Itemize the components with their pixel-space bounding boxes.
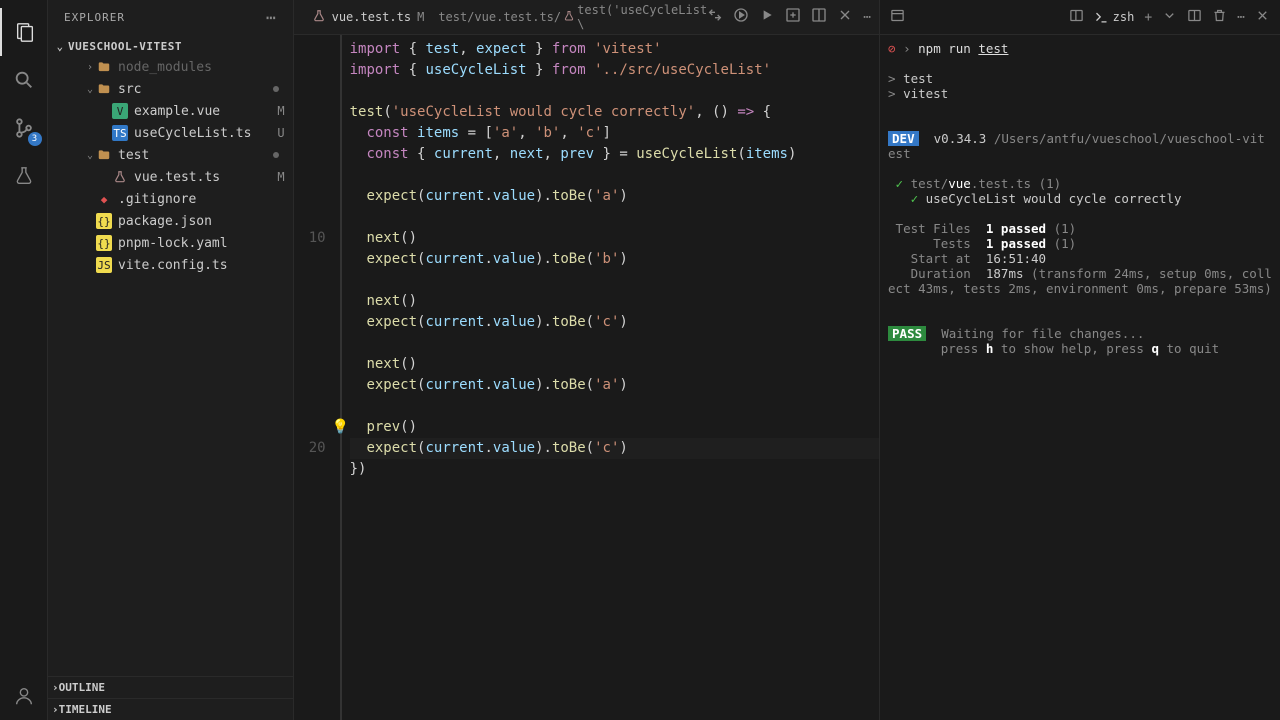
tree-item-pnpm-lock-yaml[interactable]: {} pnpm-lock.yaml bbox=[48, 232, 293, 254]
explorer-header: EXPLORER ⋯ bbox=[48, 0, 293, 35]
git-status: M bbox=[277, 104, 284, 118]
terminal-content[interactable]: ⊘ › npm run test > test > vitest DEV v0.… bbox=[880, 35, 1280, 720]
dev-badge: DEV bbox=[888, 131, 919, 146]
run-previous-icon[interactable] bbox=[733, 7, 749, 27]
vue-icon: V bbox=[112, 103, 128, 119]
tree-item-test[interactable]: ⌄ test bbox=[48, 144, 293, 166]
modified-dot-icon bbox=[273, 152, 279, 158]
activity-source-control-icon[interactable]: 3 bbox=[0, 104, 48, 152]
new-terminal-icon[interactable]: + bbox=[1144, 10, 1152, 25]
close-panel-icon[interactable] bbox=[1255, 8, 1270, 27]
tree-item-vue-test-ts[interactable]: vue.test.ts M bbox=[48, 166, 293, 188]
tree-item--gitignore[interactable]: ◆ .gitignore bbox=[48, 188, 293, 210]
tree-item-example-vue[interactable]: Vexample.vue M bbox=[48, 100, 293, 122]
file-label: test bbox=[118, 148, 273, 163]
chevron-down-icon[interactable] bbox=[1162, 8, 1177, 27]
chevron-icon: ⌄ bbox=[84, 150, 96, 161]
terminal-header: zsh + ⋯ bbox=[880, 0, 1280, 35]
file-label: package.json bbox=[118, 214, 285, 229]
git-icon: ◆ bbox=[96, 191, 112, 207]
file-label: src bbox=[118, 82, 273, 97]
flask-icon bbox=[112, 169, 128, 185]
tab-filename: vue.test.ts bbox=[332, 10, 411, 24]
modified-dot-icon bbox=[273, 86, 279, 92]
trash-icon[interactable] bbox=[1212, 8, 1227, 27]
json-icon: {} bbox=[96, 213, 112, 229]
json-icon: {} bbox=[96, 235, 112, 251]
more-icon[interactable]: ⋯ bbox=[863, 10, 871, 25]
file-label: useCycleList.ts bbox=[134, 126, 273, 141]
split-terminal-icon[interactable] bbox=[1187, 8, 1202, 27]
file-label: .gitignore bbox=[118, 192, 285, 207]
split-add-icon[interactable] bbox=[785, 7, 801, 27]
project-header[interactable]: ⌄ VUESCHOOL-VITEST bbox=[48, 37, 293, 56]
pass-badge: PASS bbox=[888, 326, 926, 341]
editor-group: vue.test.ts M test/vue.test.ts/ test('us… bbox=[294, 0, 879, 720]
folder-icon bbox=[96, 81, 112, 97]
layout-icon[interactable] bbox=[890, 8, 905, 27]
git-status: M bbox=[277, 170, 284, 184]
chevron-down-icon: ⌄ bbox=[52, 40, 68, 53]
activity-testing-icon[interactable] bbox=[0, 152, 48, 200]
tree-item-package-json[interactable]: {} package.json bbox=[48, 210, 293, 232]
activity-account-icon[interactable] bbox=[0, 672, 48, 720]
chevron-icon: › bbox=[84, 62, 96, 73]
tab-status: M bbox=[417, 10, 424, 24]
file-label: example.vue bbox=[134, 104, 273, 119]
panel-icon[interactable] bbox=[1069, 8, 1084, 27]
activity-explorer-icon[interactable] bbox=[0, 8, 48, 56]
tab-vue-test[interactable]: vue.test.ts M bbox=[302, 0, 435, 35]
project-name: VUESCHOOL-VITEST bbox=[68, 40, 182, 53]
split-editor-icon[interactable] bbox=[811, 7, 827, 27]
breadcrumb-path: test/vue.test.ts/ bbox=[438, 10, 561, 24]
line-gutter: 1020 bbox=[294, 35, 340, 720]
tab-bar: vue.test.ts M test/vue.test.ts/ test('us… bbox=[294, 0, 879, 35]
run-icon[interactable] bbox=[759, 7, 775, 27]
lightbulb-icon[interactable]: 💡 bbox=[332, 417, 349, 438]
breadcrumb[interactable]: test/vue.test.ts/ test('useCycleList \ bbox=[434, 3, 707, 31]
file-label: vite.config.ts bbox=[118, 258, 285, 273]
code-editor[interactable]: 1020 import { test, expect } from 'vites… bbox=[294, 35, 879, 720]
explorer-title: EXPLORER bbox=[64, 11, 125, 24]
code-content[interactable]: import { test, expect } from 'vitest'imp… bbox=[340, 35, 879, 720]
terminal-panel: zsh + ⋯ ⊘ › npm run test > test > vitest… bbox=[879, 0, 1280, 720]
tree-item-vite-config-ts[interactable]: JS vite.config.ts bbox=[48, 254, 293, 276]
timeline-label: TIMELINE bbox=[59, 703, 112, 716]
outline-label: OUTLINE bbox=[59, 681, 105, 694]
explorer-more-icon[interactable]: ⋯ bbox=[266, 8, 277, 27]
chevron-icon: ⌄ bbox=[84, 84, 96, 95]
scm-badge: 3 bbox=[28, 132, 42, 146]
file-label: pnpm-lock.yaml bbox=[118, 236, 285, 251]
activity-search-icon[interactable] bbox=[0, 56, 48, 104]
chevron-right-icon: › bbox=[52, 681, 59, 694]
tree-item-src[interactable]: ⌄ src bbox=[48, 78, 293, 100]
close-icon[interactable] bbox=[837, 7, 853, 27]
compare-icon[interactable] bbox=[707, 7, 723, 27]
git-status: U bbox=[277, 126, 284, 140]
timeline-panel-header[interactable]: › TIMELINE bbox=[48, 698, 293, 720]
chevron-right-icon: › bbox=[52, 703, 59, 716]
flask-icon bbox=[563, 10, 575, 25]
ts-icon: TS bbox=[112, 125, 128, 141]
file-label: vue.test.ts bbox=[134, 170, 273, 185]
tab-actions: ⋯ bbox=[707, 7, 871, 27]
activity-bar: 3 bbox=[0, 0, 48, 720]
more-icon[interactable]: ⋯ bbox=[1237, 10, 1245, 25]
tree-item-useCycleList-ts[interactable]: TS useCycleList.ts U bbox=[48, 122, 293, 144]
explorer-sidebar: EXPLORER ⋯ ⌄ VUESCHOOL-VITEST › node_modu… bbox=[48, 0, 294, 720]
flask-icon bbox=[312, 9, 326, 26]
folder-icon bbox=[96, 147, 112, 163]
file-label: node_modules bbox=[118, 60, 285, 75]
outline-panel-header[interactable]: › OUTLINE bbox=[48, 676, 293, 698]
terminal-shell[interactable]: zsh bbox=[1094, 10, 1135, 25]
js-icon: JS bbox=[96, 257, 112, 273]
breadcrumb-symbol: test('useCycleList \ bbox=[577, 3, 707, 31]
status-dot-icon: ⊘ bbox=[888, 41, 896, 56]
tree-item-node_modules[interactable]: › node_modules bbox=[48, 56, 293, 78]
folder-icon bbox=[96, 59, 112, 75]
